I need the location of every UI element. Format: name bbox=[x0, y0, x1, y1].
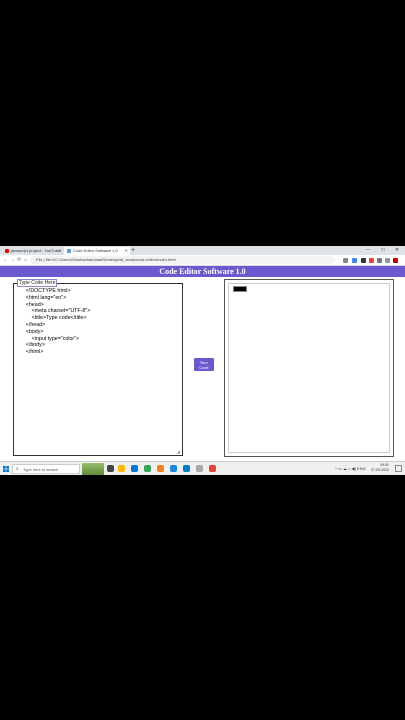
run-button-label: Code bbox=[199, 364, 209, 370]
forward-icon[interactable]: → bbox=[10, 256, 15, 264]
extension-icon[interactable] bbox=[361, 258, 366, 263]
tab-label: javascript project - YouTube bbox=[11, 248, 61, 253]
weather-widget[interactable] bbox=[82, 463, 104, 475]
edge-icon[interactable] bbox=[131, 465, 138, 472]
browser-tab-strip: javascript project - YouTube ✕ Code Edit… bbox=[0, 246, 405, 255]
resize-handle-icon[interactable]: ◢ bbox=[177, 449, 180, 454]
task-view-icon[interactable] bbox=[107, 465, 114, 472]
menu-icon[interactable] bbox=[393, 258, 398, 263]
close-icon[interactable]: ✕ bbox=[390, 246, 404, 255]
page-icon bbox=[67, 249, 71, 253]
reload-icon[interactable]: ⟳ bbox=[17, 256, 21, 264]
address-bar: ← → ⟳ ⌂ File | file:///C:/Users/Gulshanh… bbox=[0, 255, 405, 266]
code-editor-textarea[interactable]: <!DOCTYPE html> <html lang="en"> <head> … bbox=[13, 283, 183, 456]
code-line: <head> bbox=[14, 301, 44, 308]
tab-code-editor[interactable]: Code Editor Software 1.0 ✕ bbox=[64, 247, 130, 255]
file-explorer-icon[interactable] bbox=[118, 465, 125, 472]
code-line: <body> bbox=[14, 328, 44, 335]
code-line: <!DOCTYPE html> bbox=[14, 288, 71, 294]
color-input[interactable] bbox=[233, 286, 247, 292]
page: Code Editor Software 1.0 Type Code Here … bbox=[0, 266, 405, 458]
app-header: Code Editor Software 1.0 bbox=[0, 266, 405, 277]
search-icon: ⌕ bbox=[16, 466, 19, 472]
taskbar: ⌕ Type here to search ^ ▭ ☁ ⌂ ◀) ENG 09:… bbox=[0, 461, 405, 475]
clock-date: 07-09-2022 bbox=[371, 468, 389, 472]
chrome-icon[interactable] bbox=[209, 465, 216, 472]
profile-icon[interactable] bbox=[385, 258, 390, 263]
extension-icon[interactable] bbox=[377, 258, 382, 263]
code-lines: <!DOCTYPE html> <html lang="en"> <head> … bbox=[14, 288, 91, 356]
taskbar-search-input[interactable]: ⌕ Type here to search bbox=[12, 464, 80, 474]
code-line: <title>Type code</title> bbox=[14, 315, 87, 322]
search-placeholder: Type here to search bbox=[23, 467, 59, 472]
youtube-icon bbox=[5, 249, 9, 253]
code-line: </html> bbox=[14, 349, 44, 356]
minimize-icon[interactable]: – bbox=[361, 246, 375, 255]
notification-icon[interactable] bbox=[395, 465, 402, 472]
output-frame bbox=[224, 279, 394, 457]
run-button-label: Run bbox=[200, 359, 208, 365]
code-line: <html lang="en"> bbox=[14, 294, 67, 301]
code-line: <input type="color"> bbox=[14, 335, 80, 342]
share-icon[interactable] bbox=[343, 258, 348, 263]
back-icon[interactable]: ← bbox=[3, 256, 8, 264]
tab-youtube[interactable]: javascript project - YouTube ✕ bbox=[2, 247, 64, 255]
url-field[interactable]: File | file:///C:/Users/Gulshanhammad/De… bbox=[30, 256, 335, 264]
system-tray[interactable]: ^ ▭ ☁ ⌂ ◀) ENG bbox=[335, 462, 366, 475]
windows-start-icon[interactable] bbox=[3, 466, 9, 472]
code-line: </head> bbox=[14, 321, 46, 328]
code-line: </body> bbox=[14, 342, 45, 349]
chrome-icon[interactable] bbox=[144, 465, 151, 472]
bookmark-icon[interactable] bbox=[352, 258, 357, 263]
app-icon[interactable] bbox=[196, 465, 203, 472]
run-code-button[interactable]: Run Code bbox=[194, 358, 214, 371]
screen: javascript project - YouTube ✕ Code Edit… bbox=[0, 246, 405, 475]
tab-close-icon[interactable]: ✕ bbox=[125, 247, 128, 255]
tab-close-icon[interactable]: ✕ bbox=[59, 247, 62, 255]
vscode-icon[interactable] bbox=[183, 465, 190, 472]
app-icon[interactable] bbox=[170, 465, 177, 472]
app-icon[interactable] bbox=[157, 465, 164, 472]
home-icon[interactable]: ⌂ bbox=[24, 256, 27, 264]
extension-icon[interactable] bbox=[369, 258, 374, 263]
new-tab-button[interactable]: + bbox=[131, 247, 135, 254]
code-line: <meta charset="UTF-8"> bbox=[14, 308, 91, 315]
page-title: Code Editor Software 1.0 bbox=[159, 267, 246, 276]
editor-label: Type Code Here bbox=[17, 279, 58, 287]
output-body bbox=[228, 283, 390, 453]
maximize-icon[interactable]: □ bbox=[376, 246, 390, 255]
clock[interactable]: 09:51 07-09-2022 bbox=[371, 463, 389, 473]
tab-label: Code Editor Software 1.0 bbox=[73, 248, 118, 253]
